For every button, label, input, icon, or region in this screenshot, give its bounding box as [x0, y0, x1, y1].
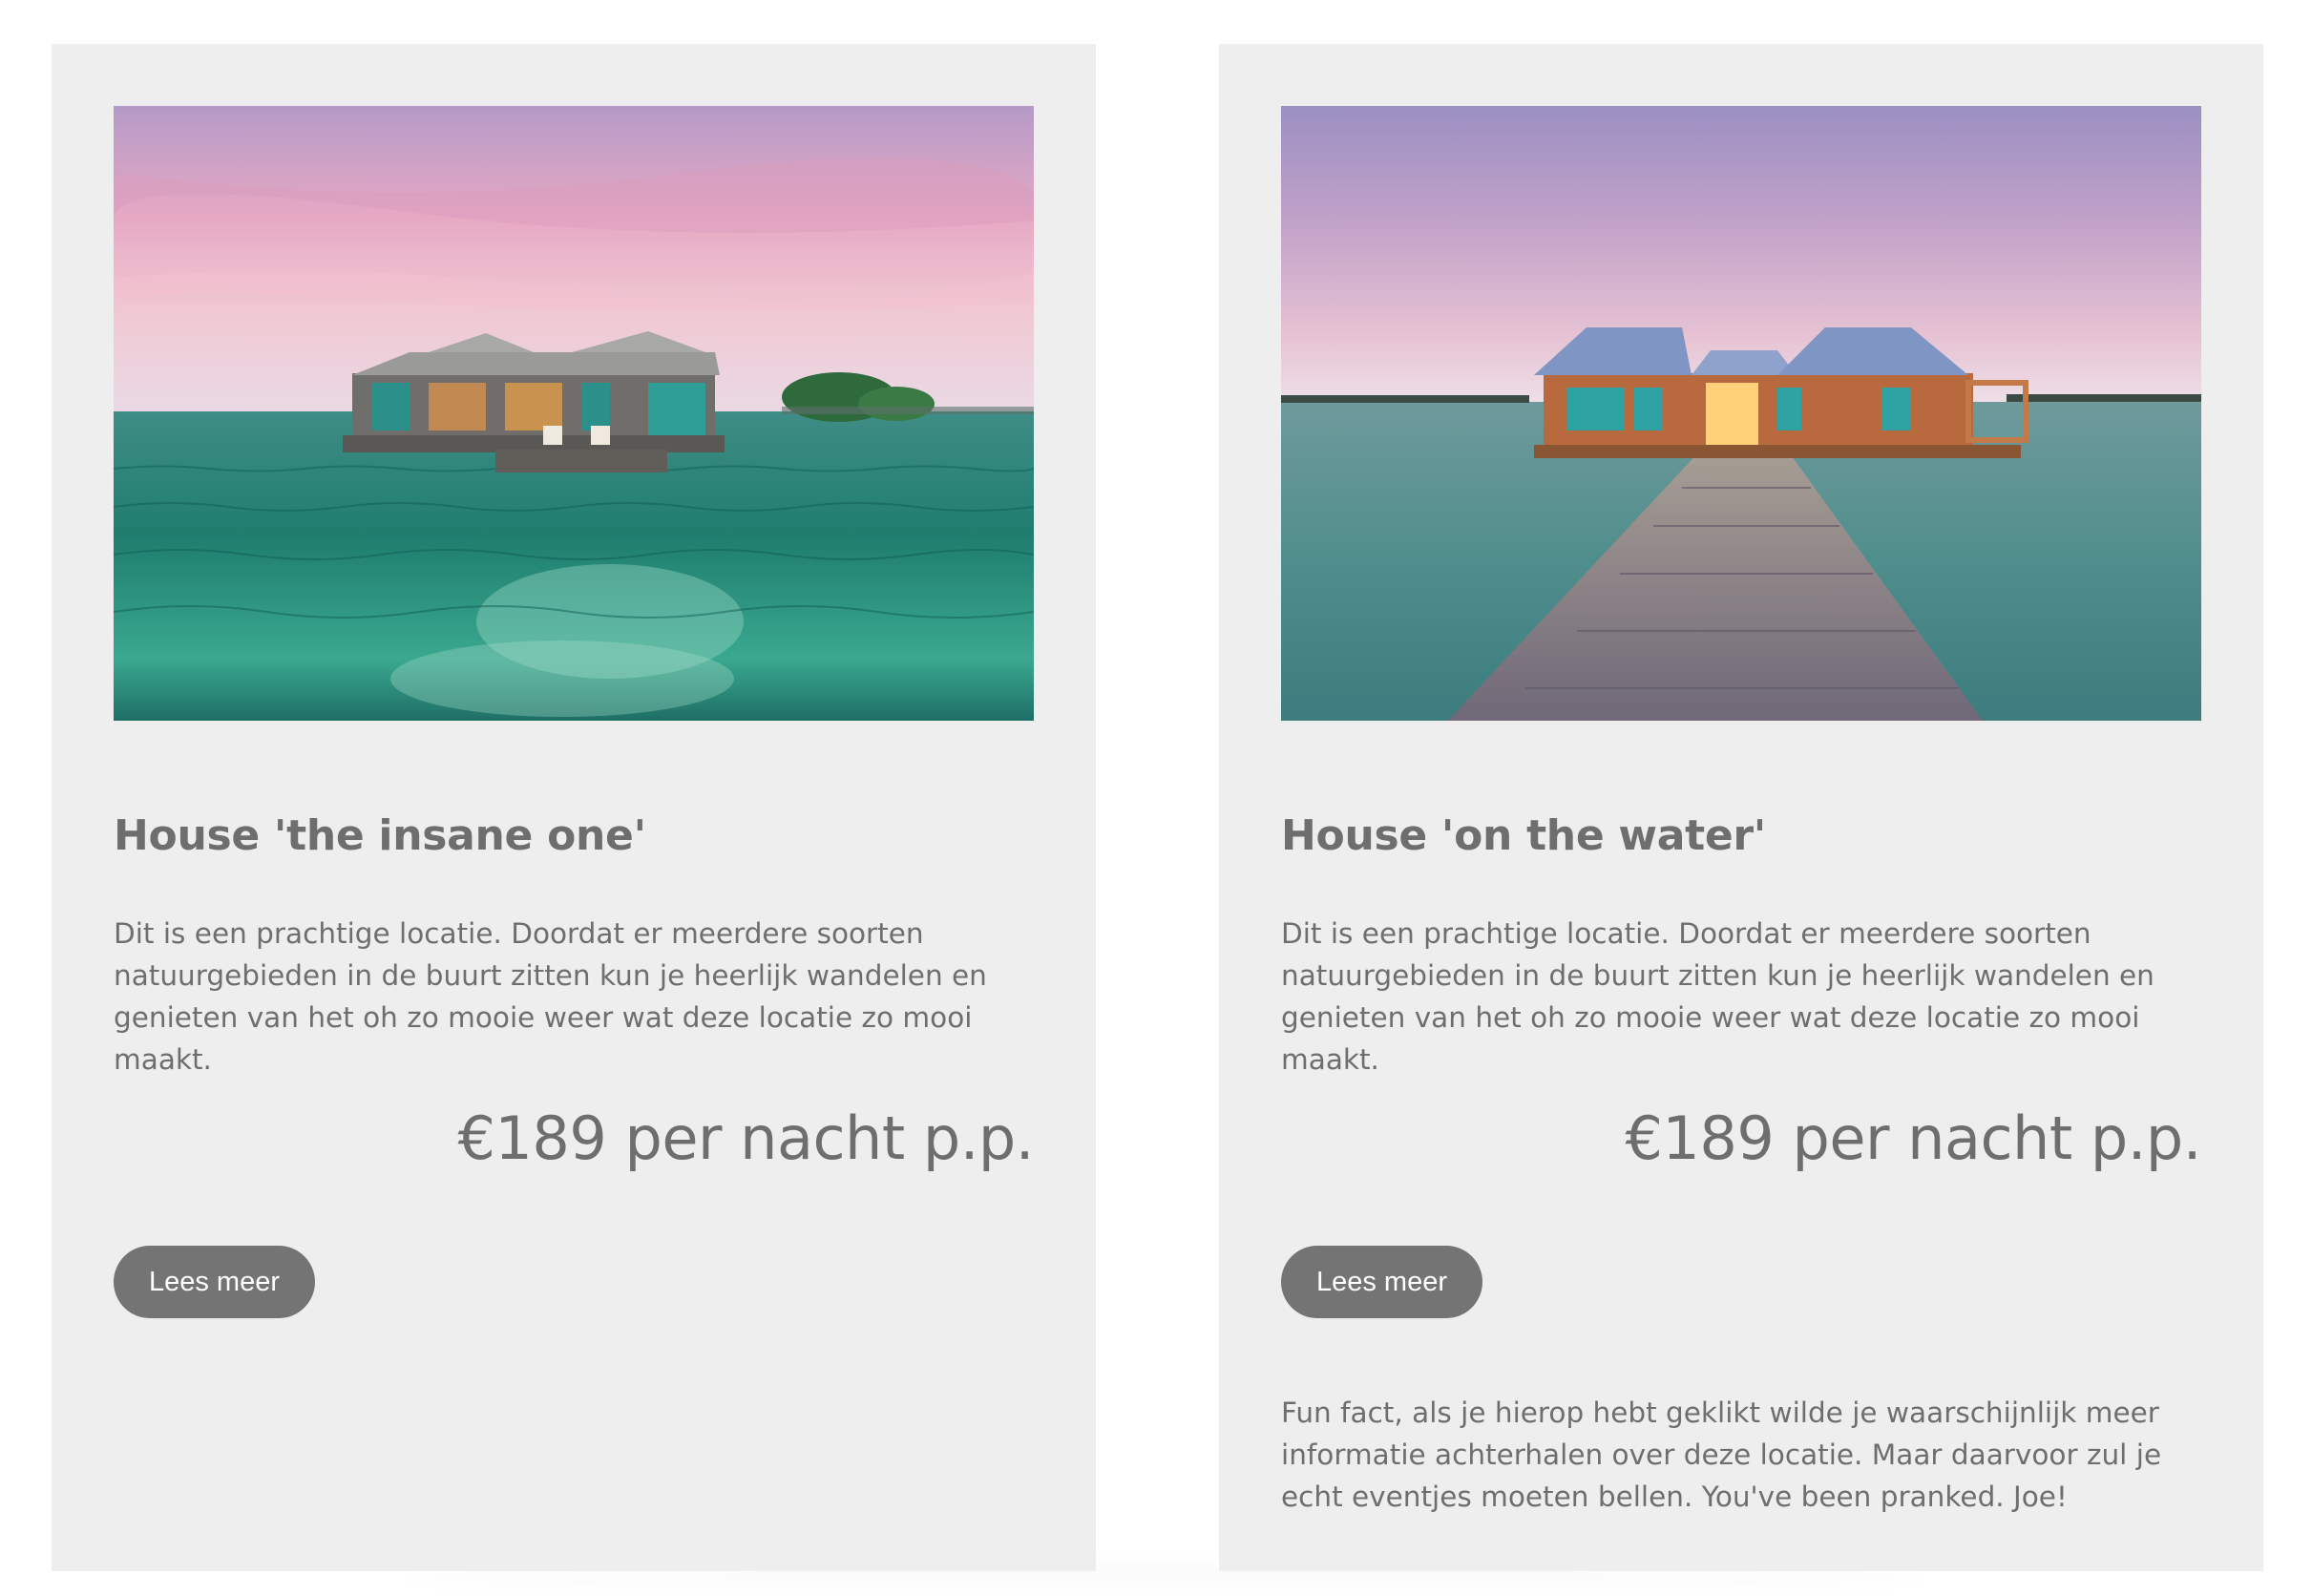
- house-card-on-the-water: House 'on the water' Dit is een prachtig…: [1219, 44, 2263, 1571]
- house-title: House 'the insane one': [114, 811, 646, 860]
- read-more-button[interactable]: Lees meer: [114, 1246, 315, 1318]
- fun-fact-text: Fun fact, als je hierop hebt geklikt wil…: [1281, 1396, 2162, 1513]
- house-photo: [114, 106, 1034, 721]
- house-description: Dit is een prachtige locatie. Doordat er…: [1281, 917, 2154, 1076]
- house-title: House 'on the water': [1281, 811, 1766, 860]
- house-photo: [1281, 106, 2201, 721]
- house-price: €189 per nacht p.p.: [457, 1103, 1034, 1173]
- read-more-button[interactable]: Lees meer: [1281, 1246, 1482, 1318]
- house-card-insane-one: House 'the insane one' Dit is een pracht…: [52, 44, 1096, 1571]
- house-price: €189 per nacht p.p.: [1625, 1103, 2201, 1173]
- house-description: Dit is een prachtige locatie. Doordat er…: [114, 917, 987, 1076]
